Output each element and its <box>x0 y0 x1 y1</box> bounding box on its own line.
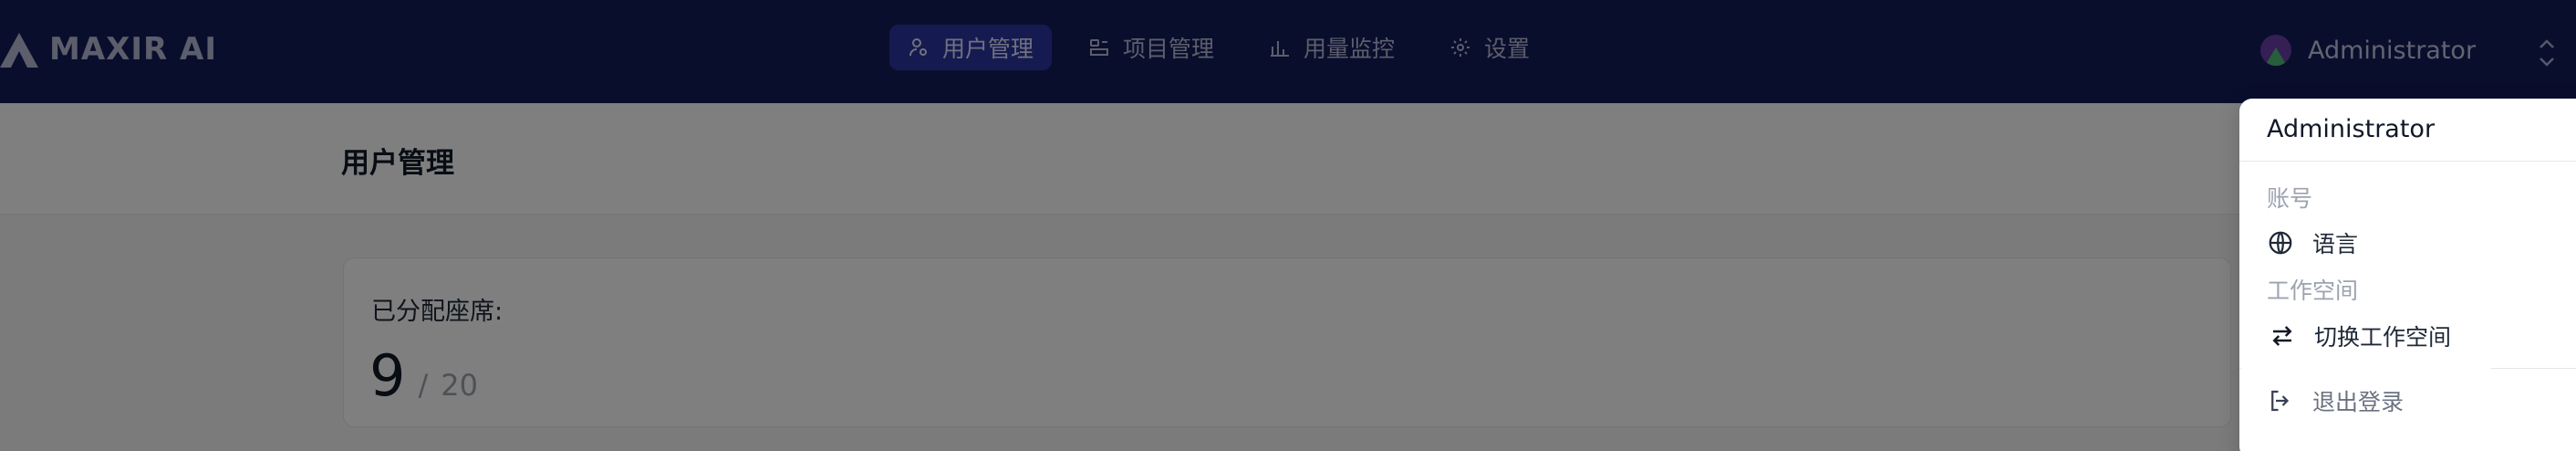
menu-item-row: 切换工作空间 <box>2241 300 2491 371</box>
menu-item-language[interactable]: 语言 <box>2239 209 2576 277</box>
user-dropdown-menu: Administrator 账号 语言 工作空间 退出登录 <box>2239 99 2576 451</box>
menu-item-label: 语言 <box>2312 231 2359 257</box>
menu-item-switch-workspace[interactable]: 切换工作空间 <box>2241 300 2491 371</box>
menu-item-label: 切换工作空间 <box>2314 323 2452 351</box>
menu-item-logout[interactable]: 退出登录 <box>2239 367 2576 435</box>
menu-user-name: Administrator <box>2267 115 2436 143</box>
menu-item-label: 退出登录 <box>2312 389 2405 415</box>
logout-icon <box>2271 390 2290 412</box>
modal-overlay[interactable] <box>0 0 2576 451</box>
swap-arrows-icon <box>2272 325 2292 346</box>
divider <box>2239 161 2576 162</box>
globe-icon <box>2269 231 2292 255</box>
